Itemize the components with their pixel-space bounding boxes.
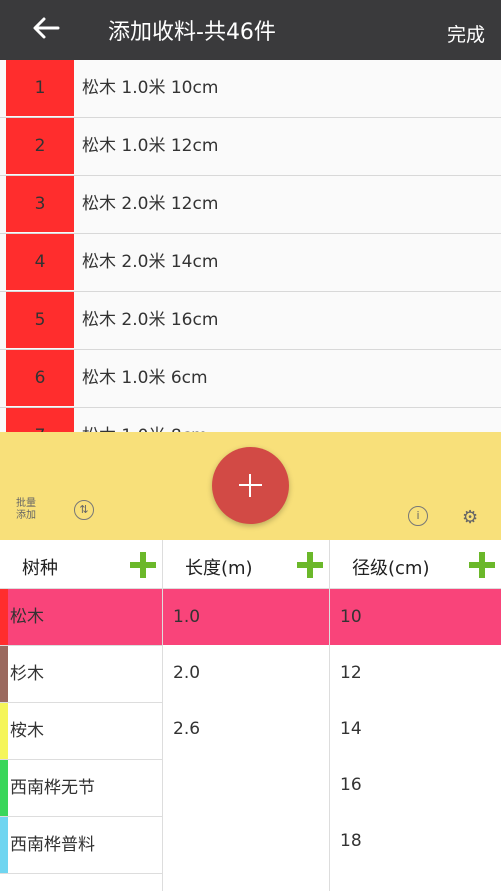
item-text: 松木 1.0米 6cm [82,368,208,388]
item-number: 4 [6,234,74,290]
diameter-value: 16 [340,775,362,795]
species-item[interactable]: 杉木 [0,646,162,703]
item-number: 5 [6,292,74,348]
length-header-label: 长度(m) [185,558,253,579]
diameter-item[interactable]: 18 [330,813,501,869]
batch-add-button[interactable]: 批量添加 [16,498,40,522]
item-text: 松木 1.0米 8cm [82,408,208,432]
species-column: 树种 松木 杉木 桉木 西南桦无节 西南桦普料 [0,540,163,891]
species-label: 松木 [10,607,44,627]
species-item[interactable]: 松木 [0,589,162,646]
length-column: 长度(m) 1.0 2.0 2.6 [163,540,330,891]
species-label: 杉木 [10,664,44,684]
done-button[interactable]: 完成 [447,20,485,47]
add-species-plus-icon[interactable] [130,552,156,578]
species-header: 树种 [0,540,162,589]
species-label: 西南桦普料 [10,835,95,855]
species-item[interactable]: 西南桦普料 [0,817,162,874]
species-color-bar [0,646,8,702]
list-item[interactable]: 5 松木 2.0米 16cm [0,292,501,350]
list-item[interactable]: 6 松木 1.0米 6cm [0,350,501,408]
add-fab-button[interactable] [212,447,289,524]
page-title: 添加收料-共46件 [108,20,276,45]
length-value: 1.0 [173,607,201,627]
selector-columns: 树种 松木 杉木 桉木 西南桦无节 西南桦普料 长度(m) 1.0 2.0 2.… [0,540,501,891]
length-value: 2.6 [173,719,201,739]
length-header: 长度(m) [163,540,329,589]
length-item[interactable]: 2.0 [163,645,329,701]
info-icon[interactable]: i [408,506,428,526]
action-panel: 批量添加 ⇅ i ⚙ [0,432,501,540]
diameter-column: 径级(cm) 10 12 14 16 18 [330,540,501,891]
item-text: 松木 2.0米 12cm [82,194,219,214]
species-header-label: 树种 [22,558,58,579]
length-item[interactable]: 2.6 [163,701,329,757]
species-color-bar [0,589,8,645]
diameter-header: 径级(cm) [330,540,501,589]
item-number: 3 [6,176,74,232]
diameter-item[interactable]: 10 [330,589,501,645]
species-item[interactable]: 西南桦无节 [0,760,162,817]
diameter-value: 18 [340,831,362,851]
item-text: 松木 1.0米 10cm [82,78,219,98]
item-number: 6 [6,350,74,406]
species-item[interactable]: 桉木 [0,703,162,760]
list-item[interactable]: 7 松木 1.0米 8cm [0,408,501,432]
added-items-list: 1 松木 1.0米 10cm 2 松木 1.0米 12cm 3 松木 2.0米 … [0,60,501,432]
item-text: 松木 2.0米 14cm [82,252,219,272]
diameter-item[interactable]: 16 [330,757,501,813]
item-text: 松木 1.0米 12cm [82,136,219,156]
diameter-value: 12 [340,663,362,683]
diameter-header-label: 径级(cm) [352,558,430,579]
list-item[interactable]: 1 松木 1.0米 10cm [0,60,501,118]
species-color-bar [0,703,8,759]
title-bar: 添加收料-共46件 完成 [0,0,501,60]
list-item[interactable]: 4 松木 2.0米 14cm [0,234,501,292]
species-label: 西南桦无节 [10,778,95,798]
gear-icon[interactable]: ⚙ [462,507,478,528]
length-item[interactable]: 1.0 [163,589,329,645]
diameter-item[interactable]: 14 [330,701,501,757]
list-item[interactable]: 2 松木 1.0米 12cm [0,118,501,176]
species-color-bar [0,760,8,816]
length-value: 2.0 [173,663,201,683]
back-arrow-icon[interactable] [28,10,64,46]
item-number: 7 [6,408,74,432]
diameter-value: 10 [340,607,362,627]
item-number: 1 [6,60,74,116]
diameter-value: 14 [340,719,362,739]
add-length-plus-icon[interactable] [297,552,323,578]
item-text: 松木 2.0米 16cm [82,310,219,330]
sort-icon[interactable]: ⇅ [74,500,94,520]
add-diameter-plus-icon[interactable] [469,552,495,578]
item-number: 2 [6,118,74,174]
diameter-item[interactable]: 12 [330,645,501,701]
species-color-bar [0,817,8,873]
list-item[interactable]: 3 松木 2.0米 12cm [0,176,501,234]
species-label: 桉木 [10,721,44,741]
